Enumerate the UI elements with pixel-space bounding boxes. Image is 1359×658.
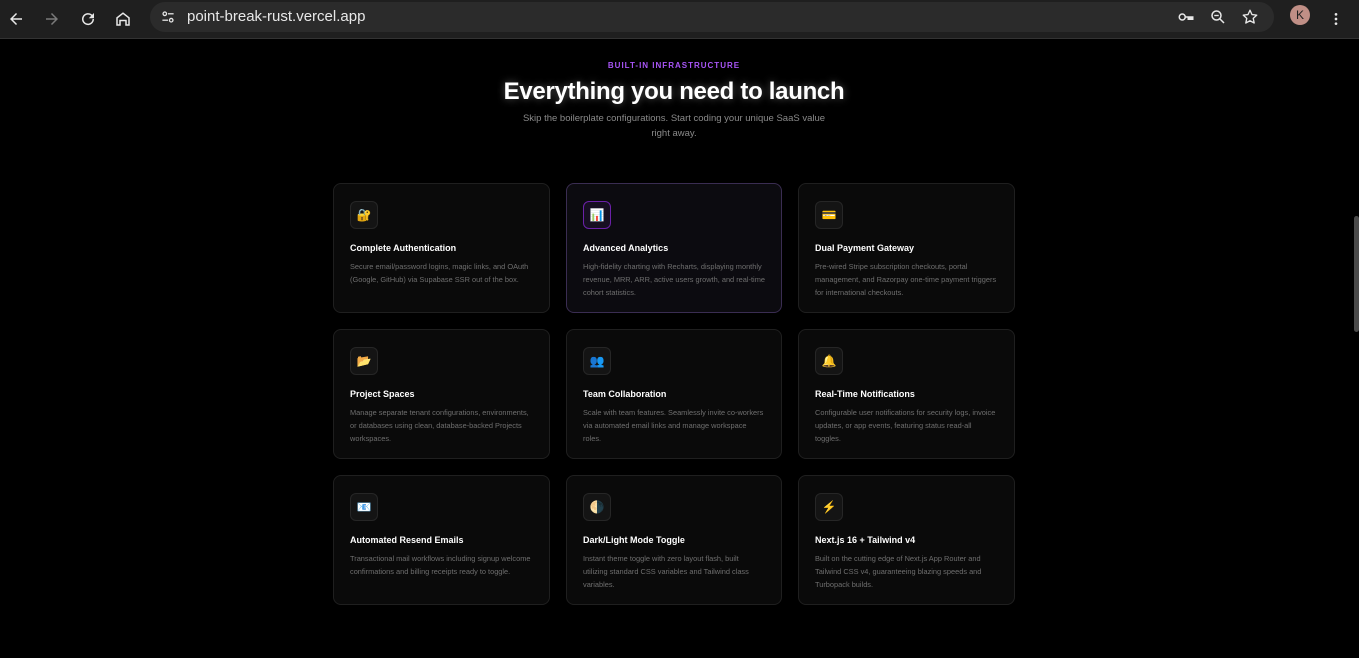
browser-toolbar: point-break-rust.vercel.app K bbox=[0, 0, 1359, 39]
feature-title: Advanced Analytics bbox=[583, 243, 669, 253]
feature-title: Next.js 16 + Tailwind v4 bbox=[815, 535, 916, 545]
bell-icon: 🔔 bbox=[815, 347, 843, 375]
envelope-icon: 📧 bbox=[350, 493, 378, 521]
address-bar[interactable]: point-break-rust.vercel.app bbox=[150, 2, 1274, 32]
zoom-icon[interactable] bbox=[1208, 7, 1228, 27]
feature-card-nextjs: ⚡ Next.js 16 + Tailwind v4 Built on the … bbox=[798, 475, 1015, 605]
feature-description: Scale with team features. Seamlessly inv… bbox=[583, 408, 764, 443]
lightning-icon: ⚡ bbox=[815, 493, 843, 521]
feature-title: Real-Time Notifications bbox=[815, 389, 915, 399]
more-menu-icon[interactable] bbox=[1327, 7, 1345, 31]
site-settings-icon[interactable] bbox=[158, 7, 178, 27]
feature-title: Automated Resend Emails bbox=[350, 535, 464, 545]
feature-card-authentication: 🔐 Complete Authentication Secure email/p… bbox=[333, 183, 550, 313]
forward-icon[interactable] bbox=[40, 7, 64, 31]
credit-card-icon: 💳 bbox=[815, 201, 843, 229]
feature-card-projects: 📂 Project Spaces Manage separate tenant … bbox=[333, 329, 550, 459]
feature-card-emails: 📧 Automated Resend Emails Transactional … bbox=[333, 475, 550, 605]
section-eyebrow: BUILT-IN INFRASTRUCTURE bbox=[607, 61, 741, 70]
feature-title: Team Collaboration bbox=[583, 389, 667, 399]
lock-key-icon: 🔐 bbox=[350, 201, 378, 229]
section-subtitle: Skip the boilerplate configurations. Sta… bbox=[522, 113, 826, 139]
feature-title: Complete Authentication bbox=[350, 243, 457, 253]
users-icon: 👥 bbox=[583, 347, 611, 375]
feature-description: Transactional mail workflows including s… bbox=[350, 554, 531, 576]
feature-title: Dual Payment Gateway bbox=[815, 243, 915, 253]
feature-description: Manage separate tenant configurations, e… bbox=[350, 408, 529, 443]
reload-icon[interactable] bbox=[76, 7, 100, 31]
bar-chart-icon: 📊 bbox=[583, 201, 611, 229]
feature-description: High-fidelity charting with Recharts, di… bbox=[583, 262, 765, 297]
bookmark-star-icon[interactable] bbox=[1240, 7, 1260, 27]
feature-description: Instant theme toggle with zero layout fl… bbox=[583, 554, 749, 589]
feature-description: Built on the cutting edge of Next.js App… bbox=[815, 554, 982, 589]
password-key-icon[interactable] bbox=[1176, 7, 1196, 27]
feature-title: Dark/Light Mode Toggle bbox=[583, 535, 685, 545]
feature-card-notifications: 🔔 Real-Time Notifications Configurable u… bbox=[798, 329, 1015, 459]
feature-card-theme-toggle: 🌗 Dark/Light Mode Toggle Instant theme t… bbox=[566, 475, 782, 605]
feature-card-payment: 💳 Dual Payment Gateway Pre-wired Stripe … bbox=[798, 183, 1015, 313]
half-moon-icon: 🌗 bbox=[583, 493, 611, 521]
feature-card-analytics: 📊 Advanced Analytics High-fidelity chart… bbox=[566, 183, 782, 313]
page-scrollbar[interactable] bbox=[1354, 216, 1359, 332]
folder-icon: 📂 bbox=[350, 347, 378, 375]
home-icon[interactable] bbox=[111, 7, 135, 31]
profile-avatar[interactable]: K bbox=[1290, 5, 1310, 25]
feature-card-team: 👥 Team Collaboration Scale with team fea… bbox=[566, 329, 782, 459]
section-title: Everything you need to launch bbox=[503, 78, 845, 105]
feature-title: Project Spaces bbox=[350, 389, 415, 399]
url-text[interactable]: point-break-rust.vercel.app bbox=[187, 8, 365, 25]
avatar-letter: K bbox=[1295, 8, 1304, 22]
feature-description: Secure email/password logins, magic link… bbox=[350, 262, 529, 284]
feature-description: Configurable user notifications for secu… bbox=[815, 408, 996, 443]
back-icon[interactable] bbox=[4, 7, 28, 31]
feature-grid: 🔐 Complete Authentication Secure email/p… bbox=[333, 183, 1015, 605]
feature-description: Pre-wired Stripe subscription checkouts,… bbox=[815, 262, 997, 297]
